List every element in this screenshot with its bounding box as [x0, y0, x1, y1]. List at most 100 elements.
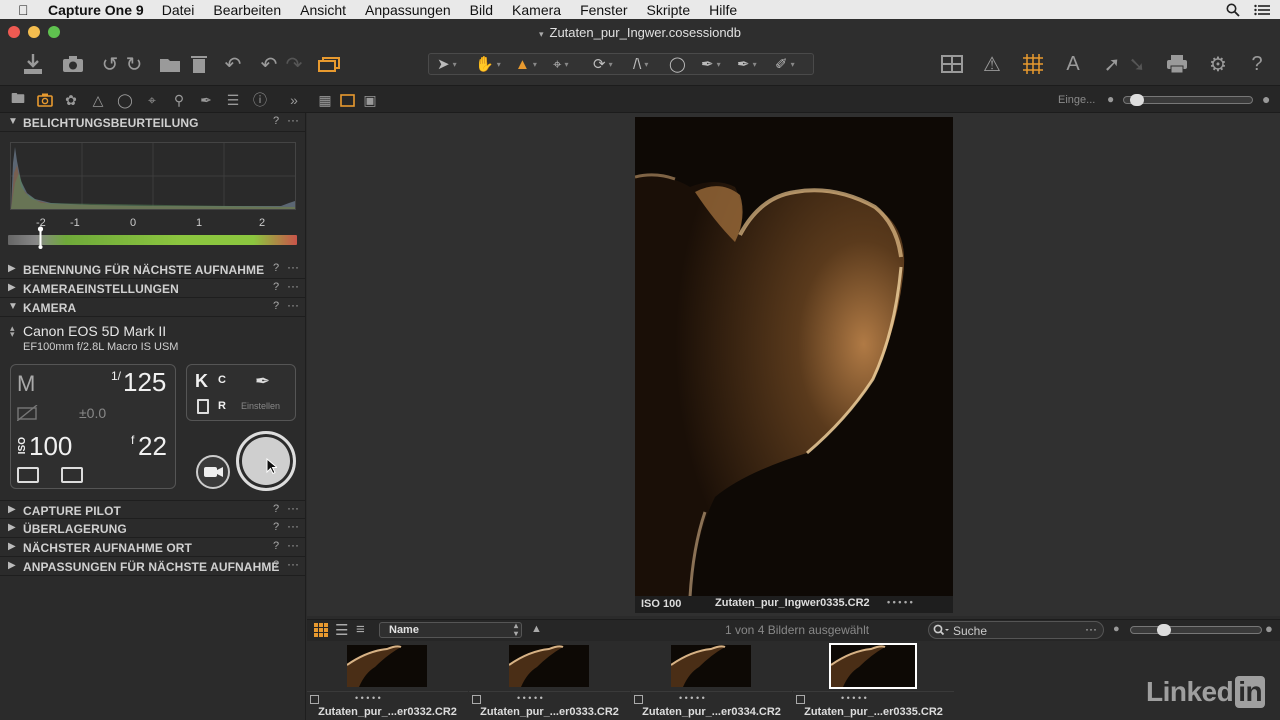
redo-icon[interactable]: ↷ [283, 51, 305, 77]
more-icon[interactable]: ··· [287, 113, 299, 127]
undo-icon[interactable]: ↶ [256, 51, 282, 77]
notification-list-icon[interactable] [1254, 4, 1270, 16]
apple-icon[interactable]:  [18, 2, 36, 18]
section-next-adjustments-header[interactable]: ▶ ANPASSUNGEN FÜR NÄCHSTE AUFNAHME ? ··· [0, 557, 306, 576]
video-record-button[interactable] [196, 455, 230, 489]
camera-select-stepper-icon[interactable]: ▴ ▾ [10, 324, 15, 339]
color-tab-icon[interactable]: ✿ [62, 91, 80, 109]
menu-kamera[interactable]: Kamera [512, 2, 561, 18]
import-arrow-icon[interactable]: ➘ [1126, 51, 1148, 77]
help-icon[interactable]: ? [273, 115, 279, 127]
print-icon[interactable] [1164, 51, 1190, 77]
zoom-slider[interactable] [1123, 94, 1253, 106]
export-icon[interactable]: ➚ [1100, 51, 1124, 77]
focus-grid-icon[interactable] [1020, 51, 1046, 77]
help-icon[interactable]: ? [273, 503, 279, 515]
text-icon[interactable]: A [1060, 51, 1086, 77]
help-icon[interactable]: ? [273, 521, 279, 533]
sort-select[interactable]: Name ▴ ▾ [379, 622, 522, 638]
thumbnail-item[interactable]: • • • • • Zutaten_pur_...er0332.CR2 [307, 641, 468, 720]
capture-tab-icon[interactable] [36, 91, 54, 109]
shutter-speed[interactable]: 125 [123, 367, 166, 398]
select-cursor-tool[interactable]: ➤ ▾ [437, 54, 457, 74]
sort-direction-icon[interactable]: ▲ [531, 623, 542, 635]
thumbnail-item[interactable]: • • • • • Zutaten_pur_...er0333.CR2 [469, 641, 630, 720]
spotlight-search-icon[interactable] [1226, 3, 1240, 17]
help-icon[interactable]: ? [273, 540, 279, 552]
thumbnail-item[interactable]: • • • • • Zutaten_pur_...er0334.CR2 [631, 641, 792, 720]
local-adjustments-tab-icon[interactable]: ✒ [197, 91, 215, 109]
details-tab-icon[interactable]: ⚲ [170, 91, 188, 109]
viewer-rating-dots[interactable]: • • • • • [887, 597, 913, 607]
lens-tab-icon[interactable]: ◯ [116, 91, 134, 109]
thumbnail-grid-icon[interactable] [314, 623, 328, 637]
more-icon[interactable]: ··· [287, 260, 299, 274]
section-naming-header[interactable]: ▶ BENENNUNG FÜR NÄCHSTE AUFNAHME ? ··· [0, 260, 306, 279]
picker-tool[interactable]: ✒ ▾ [737, 54, 757, 74]
filmstrip-view-icon[interactable]: ≡ [356, 621, 365, 638]
rating-dots[interactable]: • • • • • [841, 693, 867, 703]
trash-icon[interactable] [188, 51, 210, 77]
grid-icon[interactable] [940, 51, 964, 77]
select-checkbox[interactable] [472, 695, 481, 704]
exposure-mode[interactable]: M [17, 371, 35, 397]
import-icon[interactable] [20, 51, 46, 77]
help-icon[interactable]: ? [273, 262, 279, 274]
pan-tool[interactable]: ✋ ▾ [475, 54, 501, 74]
section-next-location-header[interactable]: ▶ NÄCHSTER AUFNAHME ORT ? ··· [0, 538, 306, 557]
brush-tool[interactable]: ✒ ▾ [701, 54, 721, 74]
menu-datei[interactable]: Datei [162, 2, 195, 18]
menu-ansicht[interactable]: Ansicht [300, 2, 346, 18]
select-checkbox[interactable] [310, 695, 319, 704]
keystone-lines-tool[interactable]: /\ ▾ [633, 54, 648, 74]
aperture-value[interactable]: 22 [138, 431, 167, 462]
section-capture-pilot-header[interactable]: ▶ CAPTURE PILOT ? ··· [0, 500, 306, 519]
more-icon[interactable]: ··· [287, 298, 299, 312]
folder-icon[interactable] [157, 51, 183, 77]
list-view-icon[interactable]: ☰ [335, 621, 348, 639]
camera-model[interactable]: Canon EOS 5D Mark II [23, 323, 166, 339]
thumbnail-size-slider[interactable] [1130, 624, 1262, 636]
search-input[interactable]: Suche ··· [928, 621, 1104, 639]
eyedropper-icon[interactable]: ✒ [255, 371, 270, 392]
section-exposure-header[interactable]: ▼ BELICHTUNGSBEURTEILUNG ? ··· [0, 113, 306, 132]
rotate-right-icon[interactable]: ↻ [122, 51, 146, 77]
more-icon[interactable]: ··· [287, 501, 299, 515]
metadata-tab-icon[interactable]: ⓘ [251, 91, 269, 109]
help-icon[interactable]: ? [1246, 51, 1268, 77]
help-icon[interactable]: ? [273, 559, 279, 571]
rotate-tool[interactable]: ⟳ ▾ [593, 54, 613, 74]
camera-icon[interactable] [60, 51, 86, 77]
menu-skripte[interactable]: Skripte [647, 2, 691, 18]
section-overlay-header[interactable]: ▶ ÜBERLAGERUNG ? ··· [0, 519, 306, 538]
compare-view-icon[interactable]: ▣ [361, 91, 379, 109]
spot-removal-tool[interactable]: ◯ [669, 54, 686, 74]
ginger-photo[interactable] [635, 117, 953, 597]
single-view-icon[interactable] [338, 91, 356, 109]
thumbnail-item-selected[interactable]: • • • • • Zutaten_pur_...er0335.CR2 [793, 641, 954, 720]
thumbnail-size-slider-knob[interactable] [1157, 624, 1171, 636]
keystone-tool[interactable]: ▲ ▾ [515, 54, 537, 74]
warning-icon[interactable]: ⚠ [980, 51, 1004, 77]
more-icon[interactable]: ··· [287, 519, 299, 533]
rating-dots[interactable]: • • • • • [517, 693, 543, 703]
annotation-tool[interactable]: ✐ ▾ [775, 54, 795, 74]
focus-area-icon[interactable] [61, 467, 83, 483]
section-camera-settings-header[interactable]: ▶ KAMERAEINSTELLUNGEN ? ··· [0, 279, 306, 298]
document-icon[interactable] [197, 399, 209, 414]
menu-hilfe[interactable]: Hilfe [709, 2, 737, 18]
thumbnail-image[interactable] [671, 645, 751, 687]
menu-bearbeiten[interactable]: Bearbeiten [213, 2, 281, 18]
k-label[interactable]: K [195, 371, 208, 392]
select-checkbox[interactable] [796, 695, 805, 704]
composition-tab-icon[interactable]: ⌖ [143, 91, 161, 109]
exposure-tab-icon[interactable]: △ [89, 91, 107, 109]
thumbnail-image[interactable] [509, 645, 589, 687]
menu-fenster[interactable]: Fenster [580, 2, 627, 18]
help-icon[interactable]: ? [273, 281, 279, 293]
more-icon[interactable]: ··· [287, 279, 299, 293]
metering-icon[interactable] [17, 467, 39, 483]
menu-bild[interactable]: Bild [470, 2, 493, 18]
more-icon[interactable]: ··· [287, 557, 299, 571]
undo-all-icon[interactable]: ↶ [220, 51, 246, 77]
